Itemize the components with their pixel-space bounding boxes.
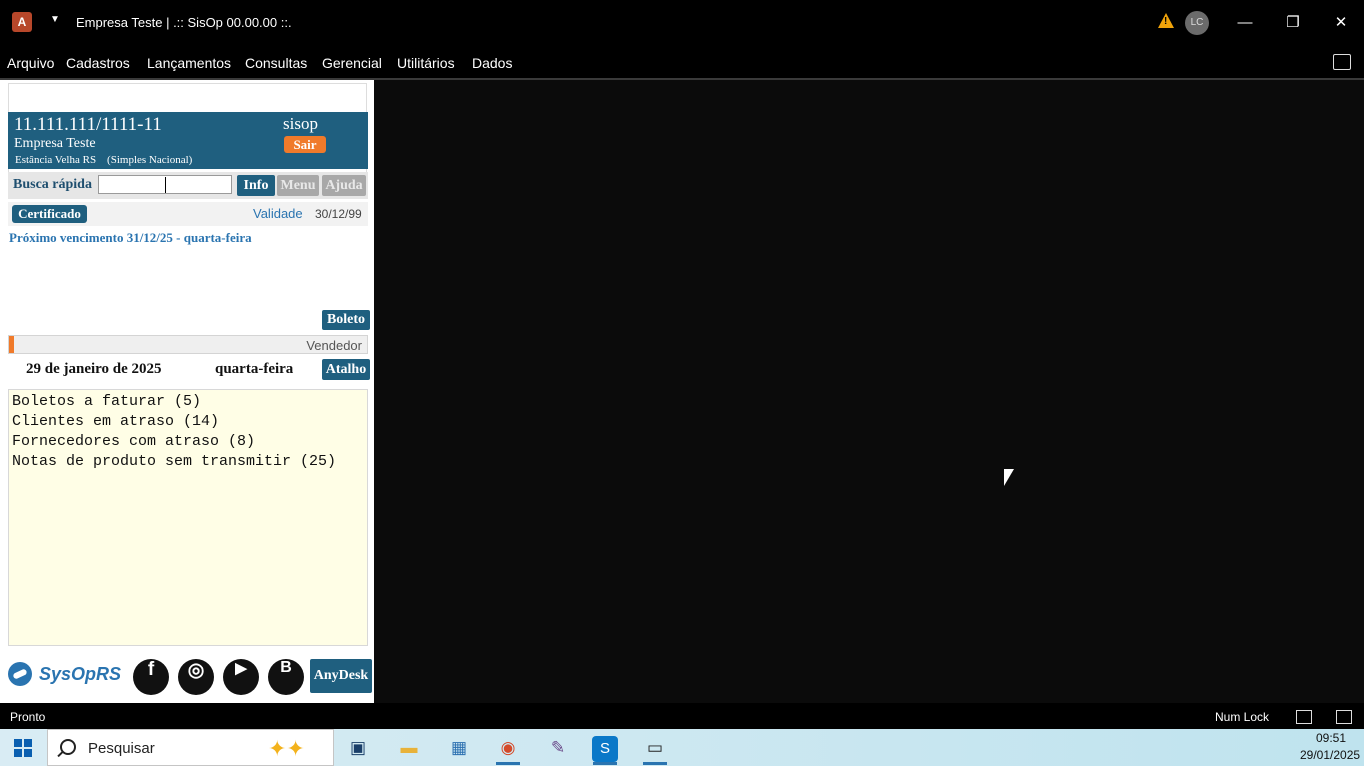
boleto-button[interactable]: Boleto	[322, 310, 370, 330]
seller-label: Vendedor	[306, 338, 362, 353]
certificate-row: Certificado Validade 30/12/99	[8, 202, 368, 226]
title-bar: A ▼ Empresa Teste | .:: SisOp 00.00.00 :…	[0, 0, 1364, 46]
close-button[interactable]: ✕	[1318, 8, 1364, 38]
menu-cadastros[interactable]: Cadastros	[66, 55, 130, 71]
clock-time[interactable]: 09:51	[1316, 731, 1346, 745]
taskbar-search-box[interactable]: Pesquisar ✦✦	[47, 729, 334, 766]
alert-item[interactable]: Notas de produto sem transmitir (25)	[12, 452, 364, 472]
menu-arquivo[interactable]: Arquivo	[7, 55, 54, 71]
alert-item[interactable]: Clientes em atraso (14)	[12, 412, 364, 432]
window-title: Empresa Teste | .:: SisOp 00.00.00 ::.	[76, 15, 292, 30]
active-indicator	[643, 762, 667, 765]
menu-consultas[interactable]: Consultas	[245, 55, 307, 71]
windows-start-icon[interactable]	[14, 739, 32, 757]
text-caret	[165, 177, 166, 193]
task-view-icon[interactable]: ▣	[337, 732, 379, 764]
clock-date[interactable]: 29/01/2025	[1300, 748, 1360, 762]
access-app-icon[interactable]: A	[12, 12, 32, 32]
search-icon	[60, 739, 76, 755]
info-button[interactable]: Info	[237, 175, 275, 196]
instagram-icon[interactable]: ◎	[178, 659, 214, 695]
help-button[interactable]: Ajuda	[322, 175, 366, 196]
alert-item[interactable]: Boletos a faturar (5)	[12, 392, 364, 412]
sysop-logo[interactable]: SysOpRS	[8, 660, 123, 690]
current-date: 29 de janeiro de 2025	[26, 361, 162, 377]
next-due-text[interactable]: Próximo vencimento 31/12/25 - quarta-fei…	[9, 230, 252, 246]
logout-button[interactable]: Sair	[284, 136, 326, 153]
seller-accent-bar	[9, 336, 14, 353]
menu-bar: Arquivo Cadastros Lançamentos Consultas …	[0, 46, 1364, 79]
menu-button[interactable]: Menu	[277, 175, 319, 196]
current-weekday: quarta-feira	[215, 361, 294, 377]
validity-label: Validade	[253, 206, 303, 221]
alert-item[interactable]: Fornecedores com atraso (8)	[12, 432, 364, 452]
status-text: Pronto	[10, 710, 46, 724]
restore-button[interactable]: ❐	[1270, 8, 1316, 38]
shortcut-button[interactable]: Atalho	[322, 359, 370, 380]
youtube-icon[interactable]: ▶	[223, 659, 259, 695]
validity-date: 30/12/99	[315, 207, 362, 221]
sysop-logo-icon	[8, 662, 32, 686]
mouse-cursor-icon	[1004, 469, 1014, 486]
minimize-button[interactable]: —	[1222, 8, 1268, 38]
warning-icon[interactable]: !	[1158, 13, 1174, 28]
quick-access-dropdown-icon[interactable]: ▼	[50, 14, 60, 25]
quick-search-label: Busca rápida	[13, 177, 92, 192]
taskbar-search-placeholder: Pesquisar	[88, 740, 155, 757]
alerts-list: Boletos a faturar (5) Clientes em atraso…	[8, 389, 368, 646]
menu-utilitarios[interactable]: Utilitários	[397, 55, 455, 71]
numlock-indicator: Num Lock	[1215, 710, 1270, 724]
company-name: Empresa Teste	[14, 136, 96, 151]
design-view-icon[interactable]	[1336, 710, 1352, 724]
network-app-icon[interactable]: ▦	[438, 732, 480, 764]
quick-search-row: Busca rápida Info Menu Ajuda	[8, 172, 368, 199]
company-cnpj: 11.111.111/1111-11	[14, 114, 162, 135]
menu-gerencial[interactable]: Gerencial	[322, 55, 382, 71]
user-avatar[interactable]: LC	[1185, 11, 1209, 35]
status-bar: Pronto Num Lock	[0, 703, 1364, 729]
certificate-button[interactable]: Certificado	[12, 205, 87, 223]
company-location: Estância Velha RS (Simples Nacional)	[15, 154, 193, 166]
feedback-icon[interactable]	[1333, 54, 1351, 70]
sysop-taskbar-icon[interactable]: S	[584, 732, 626, 765]
copilot-sparkle-icon[interactable]: ✦✦	[268, 736, 305, 762]
blog-icon[interactable]: B	[268, 659, 304, 695]
active-indicator	[593, 762, 617, 765]
company-info: 11.111.111/1111-11 Empresa Teste Estânci…	[8, 112, 368, 169]
menu-lancamentos[interactable]: Lançamentos	[147, 55, 231, 71]
paint-app-icon[interactable]: ✎	[537, 732, 579, 764]
menu-dados[interactable]: Dados	[472, 55, 512, 71]
form-view-icon[interactable]	[1296, 710, 1312, 724]
sysop-brand-text: SysOpRS	[39, 664, 122, 684]
facebook-icon[interactable]: f	[133, 659, 169, 695]
taskbar: Pesquisar ✦✦ ▣ ▬ ▦ ◉ ✎ S ▭ 09:51 29/01/2…	[0, 729, 1364, 766]
remote-desktop-icon[interactable]: ▭	[634, 732, 676, 765]
file-explorer-icon[interactable]: ▬	[388, 732, 430, 764]
seller-row: Vendedor	[8, 335, 368, 354]
anydesk-button[interactable]: AnyDesk	[310, 659, 372, 693]
active-indicator	[496, 762, 520, 765]
chrome-icon[interactable]: ◉	[487, 732, 529, 765]
user-name: sisop	[283, 114, 318, 133]
